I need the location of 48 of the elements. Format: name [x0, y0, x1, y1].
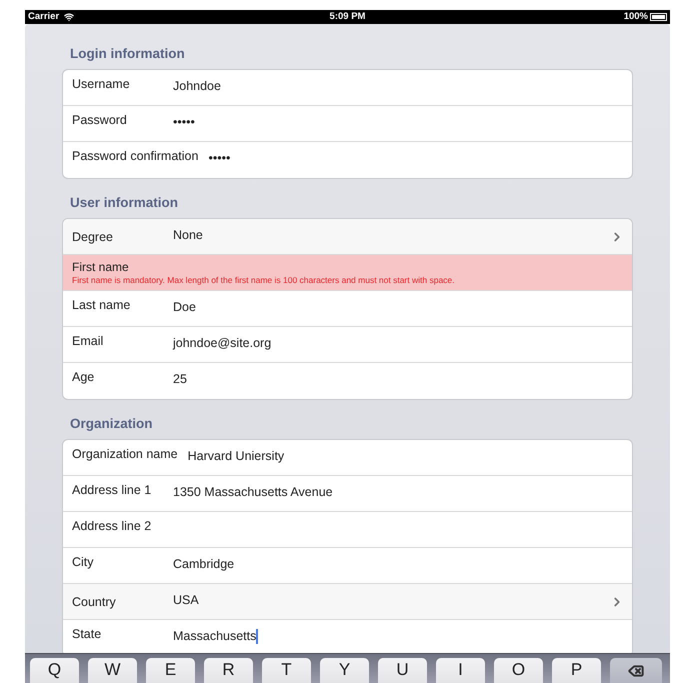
- field-label: First name: [72, 260, 130, 274]
- carrier-label: Carrier: [28, 10, 60, 24]
- text-field[interactable]: •••••: [208, 151, 230, 166]
- text-field[interactable]: Johndoe: [173, 79, 221, 94]
- keyboard-key[interactable]: E: [146, 658, 195, 683]
- field-label: State: [72, 627, 102, 642]
- keyboard-key[interactable]: T: [262, 658, 311, 683]
- text-field[interactable]: Massachusetts: [173, 629, 258, 644]
- text-field[interactable]: 25: [173, 372, 187, 387]
- text-field[interactable]: Doe: [173, 300, 196, 315]
- picker-row[interactable]: Country USA: [63, 584, 632, 620]
- keyboard-key[interactable]: O: [494, 658, 543, 683]
- keyboard-key[interactable]: W: [88, 658, 137, 683]
- field-label: Age: [72, 370, 96, 385]
- clock: 5:09 PM: [330, 10, 366, 24]
- section-header: Login information: [70, 45, 186, 62]
- keyboard-key[interactable]: R: [204, 658, 253, 683]
- field-label: Last name: [72, 298, 132, 313]
- picker-row[interactable]: Degree None: [63, 219, 632, 255]
- field-label: Password: [72, 113, 128, 128]
- battery-label: 100%: [624, 10, 648, 24]
- text-field[interactable]: 1350 Massachusetts Avenue: [173, 485, 333, 500]
- field-value: None: [173, 227, 204, 244]
- field-value: USA: [173, 592, 200, 610]
- text-field[interactable]: johndoe@site.org: [173, 336, 272, 351]
- section-header: Organization: [70, 415, 154, 432]
- text-field[interactable]: Harvard Uniersity: [188, 449, 284, 464]
- keyboard-key[interactable]: Q: [30, 658, 79, 683]
- error-message: First name is mandatory. Max length of the first name is 100 characters and must not start with space.: [72, 274, 456, 286]
- field-label: Organization name: [72, 447, 179, 462]
- field-label: Degree: [72, 229, 114, 246]
- field-label: Address line 2: [72, 519, 152, 534]
- field-label: Country: [72, 594, 117, 612]
- text-field[interactable]: Cambridge: [173, 557, 234, 572]
- battery-icon: [650, 13, 667, 21]
- text-field[interactable]: •••••: [173, 115, 195, 130]
- wifi-icon: [63, 12, 76, 22]
- field-label: City: [72, 555, 95, 570]
- field-label: Email: [72, 334, 104, 349]
- backspace-icon: [627, 663, 645, 679]
- field-label: Password confirmation: [72, 149, 200, 164]
- field-label: Username: [72, 77, 131, 92]
- keyboard-key[interactable]: Y: [320, 658, 369, 683]
- section-header: User information: [70, 194, 180, 211]
- keyboard-key[interactable]: P: [552, 658, 601, 683]
- keyboard-key[interactable]: U: [378, 658, 427, 683]
- field-label: Address line 1: [72, 483, 152, 498]
- keyboard-key[interactable]: I: [436, 658, 485, 683]
